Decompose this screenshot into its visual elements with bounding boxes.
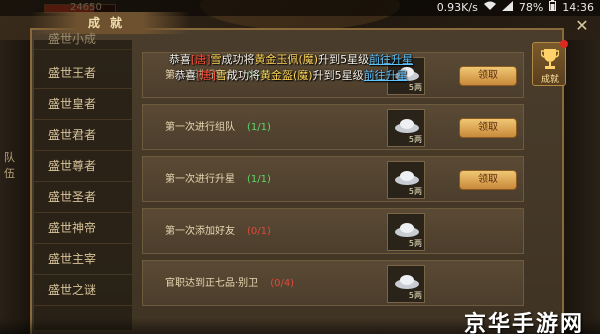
left-side-panel: 队伍 xyxy=(0,40,30,334)
achievement-progress: (0/4) xyxy=(270,278,295,289)
reward-slot[interactable]: 5两 xyxy=(387,161,425,199)
reward-slot[interactable]: 5两 xyxy=(387,213,425,251)
achievement-desc: 第一次进行升星 (1/1) xyxy=(165,174,271,185)
achievement-desc: 第一次添加好友 (0/1) xyxy=(165,226,271,237)
achievement-row: 第一次进行组队 (1/1) 5两 领取 xyxy=(142,104,524,150)
reward-quantity: 5两 xyxy=(408,291,422,300)
achievement-progress: (1/1) xyxy=(247,122,271,133)
reward-quantity: 5两 xyxy=(408,187,422,196)
achievement-row: 官职达到正七品·别卫 (0/4) 5两 xyxy=(142,260,524,306)
wifi-icon xyxy=(483,0,496,16)
achievement-tab[interactable]: 成就 xyxy=(532,40,568,86)
reward-slot[interactable]: 5两 xyxy=(387,265,425,303)
claim-button[interactable]: 领取 xyxy=(459,170,517,190)
notification-dot xyxy=(560,40,568,48)
broadcast-line: 恭喜[唐]雪成功将黄金玉佩(魔)升到5星级前往升星 xyxy=(168,53,414,66)
reward-slot[interactable]: 5两 xyxy=(387,109,425,147)
go-upgrade-link[interactable]: 前往升星 xyxy=(369,53,413,66)
menu-item[interactable]: 盛世王者 xyxy=(34,58,132,89)
battery-icon xyxy=(549,0,557,16)
menu-item[interactable]: 盛世皇者 xyxy=(34,89,132,120)
menu-item[interactable]: 盛世尊者 xyxy=(34,151,132,182)
achievement-desc: 第一次进行组队 (1/1) xyxy=(165,122,271,133)
silver-ingot-icon xyxy=(395,275,419,289)
team-side-label[interactable]: 队伍 xyxy=(4,150,18,182)
reward-quantity: 5两 xyxy=(408,135,422,144)
achievement-progress: (0/1) xyxy=(247,226,271,237)
claim-button[interactable]: 领取 xyxy=(459,118,517,138)
silver-ingot-icon xyxy=(395,119,419,133)
claim-button[interactable]: 领取 xyxy=(459,66,517,86)
system-broadcast: 恭喜[唐]雪成功将黄金玉佩(魔)升到5星级前往升星 恭喜[唐]雪成功将黄金盔(魔… xyxy=(146,52,436,84)
right-side-panel xyxy=(564,40,600,334)
network-speed: 0.93K/s xyxy=(436,1,478,14)
achievement-category-menu: 盛世小成 盛世王者 盛世皇者 盛世君者 盛世尊者 盛世圣者 盛世神帝 盛世主宰 … xyxy=(34,32,132,330)
achievement-row: 第一次添加好友 (0/1) 5两 xyxy=(142,208,524,254)
broadcast-line: 恭喜[唐]雪成功将黄金盔(魔)升到5星级前往升星 xyxy=(174,69,408,82)
battery-level: 78% xyxy=(518,1,544,14)
silver-ingot-icon xyxy=(395,171,419,185)
site-watermark: 京华手游网 xyxy=(464,312,585,334)
signal-icon xyxy=(501,0,513,16)
menu-item[interactable]: 盛世君者 xyxy=(34,120,132,151)
achievement-list: 第一次进行宴会 (1/1) 5两 领取 第一次进行组队 (1/1) 5两 领取 第一… xyxy=(138,44,526,334)
trophy-icon xyxy=(541,49,559,69)
close-icon[interactable]: ✕ xyxy=(570,14,594,38)
menu-item[interactable]: 盛世小成 xyxy=(34,28,132,50)
menu-item[interactable]: 盛世主宰 xyxy=(34,244,132,275)
menu-item[interactable]: 盛世神帝 xyxy=(34,213,132,244)
go-upgrade-link[interactable]: 前往升星 xyxy=(364,69,408,82)
achievement-row: 第一次进行升星 (1/1) 5两 领取 xyxy=(142,156,524,202)
achievement-tab-label: 成就 xyxy=(540,75,559,85)
achievement-progress: (1/1) xyxy=(247,174,271,185)
menu-item[interactable]: 盛世圣者 xyxy=(34,182,132,213)
silver-ingot-icon xyxy=(395,223,419,237)
reward-quantity: 5两 xyxy=(408,239,422,248)
achievement-desc: 官职达到正七品·别卫 (0/4) xyxy=(165,278,295,289)
menu-item[interactable]: 盛世之谜 xyxy=(34,275,132,306)
